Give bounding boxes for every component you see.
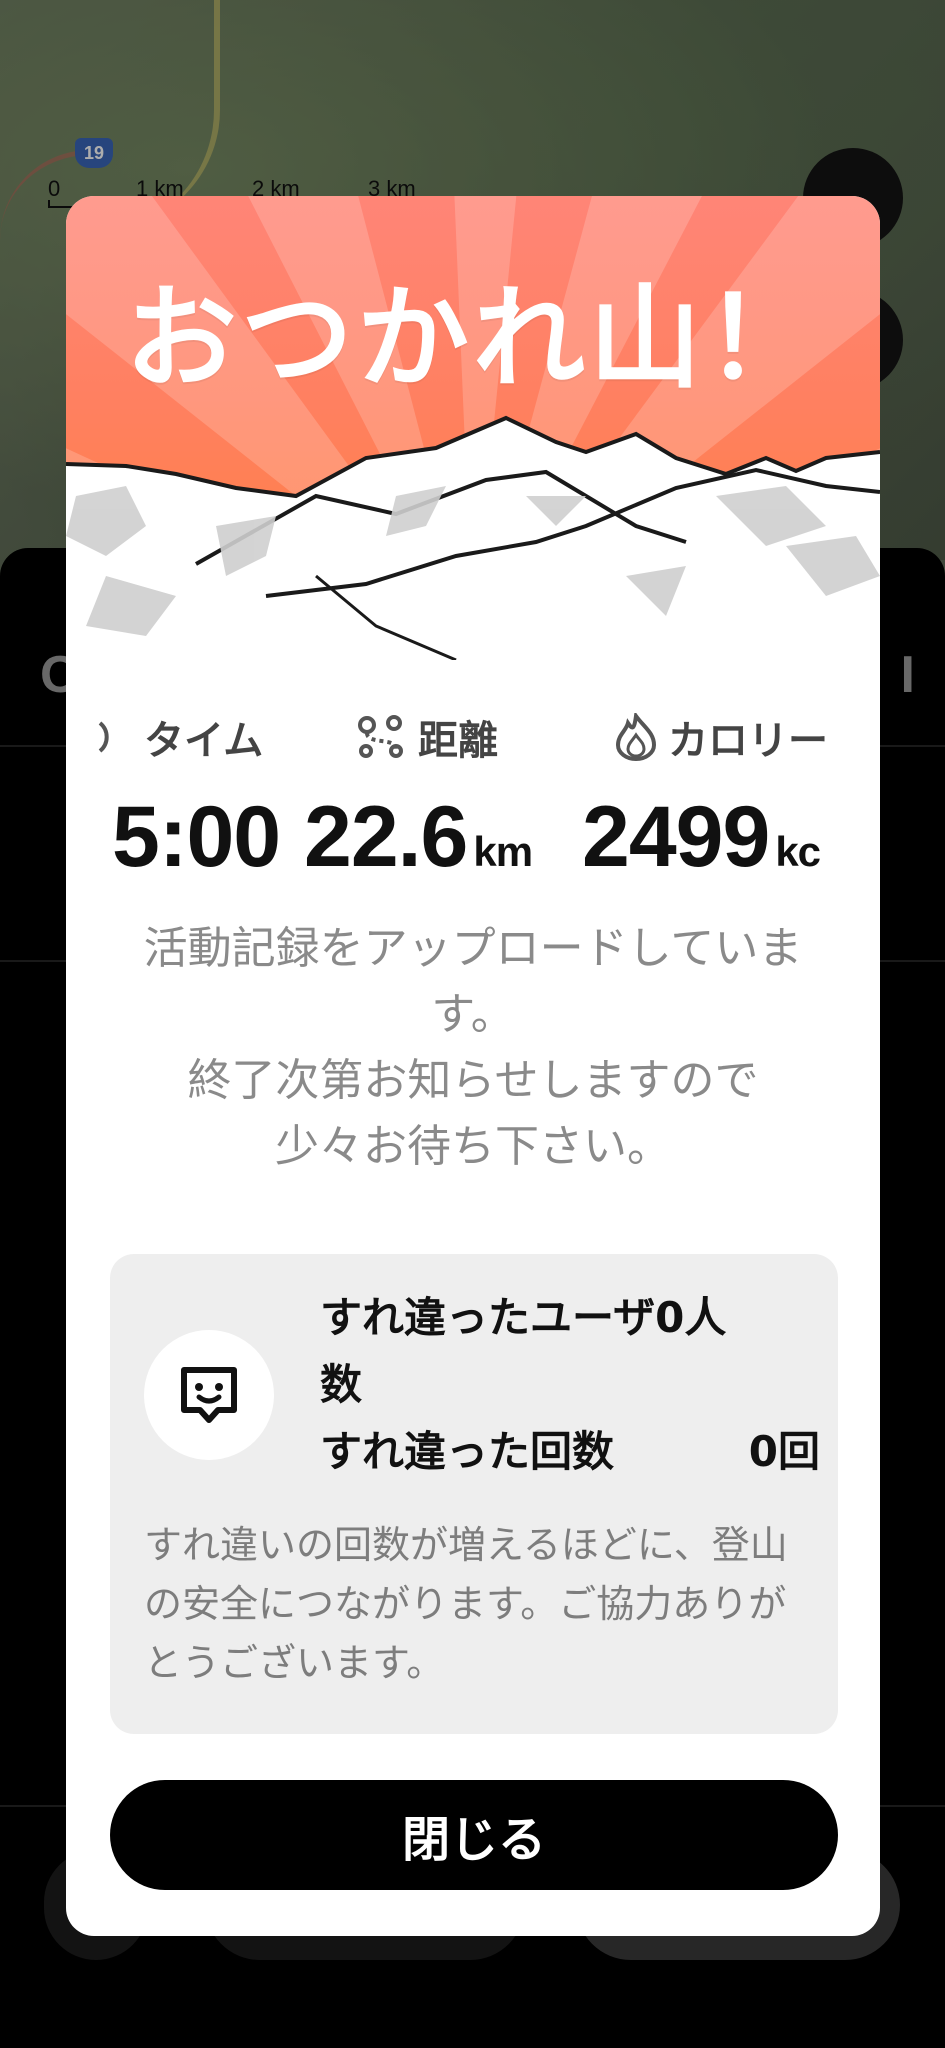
passing-users-line: すれ違ったユーザ0人 数 xyxy=(320,1284,820,1418)
stat-label-text: 距離 xyxy=(418,718,498,764)
passing-note: すれ違いの回数が増えるほどに、登山の安全につながります。ご協力ありがとうございま… xyxy=(144,1523,788,1685)
clock-icon xyxy=(98,721,109,753)
stat-number: 22.6 xyxy=(304,789,468,885)
stat-time-value: 5:00 xyxy=(112,788,281,887)
passing-users-label-tail: 数 xyxy=(320,1360,363,1410)
passing-info-box: すれ違ったユーザ0人 数 すれ違った回数 0回 すれ違いの回数が増えるほどに、登… xyxy=(110,1254,838,1734)
passing-count-line: すれ違った回数 0回 xyxy=(320,1418,820,1485)
close-button[interactable]: 閉じる xyxy=(110,1780,838,1890)
passing-icon-circle xyxy=(144,1330,274,1460)
stat-unit: kc xyxy=(775,828,821,875)
passing-chat-icon xyxy=(181,1367,237,1423)
stat-unit: km xyxy=(473,828,533,875)
passing-users-value: 0人 xyxy=(655,1293,727,1342)
passing-count-label: すれ違った回数 xyxy=(320,1427,615,1477)
stats-labels: タイム 距離 カロリー xyxy=(66,708,880,768)
passing-count-value: 0回 xyxy=(748,1427,820,1477)
stat-calorie-label: カロリー xyxy=(614,708,828,766)
passing-stats: すれ違ったユーザ0人 数 すれ違った回数 0回 xyxy=(320,1284,820,1486)
stat-distance-label: 距離 xyxy=(356,708,498,766)
stat-number: 2499 xyxy=(582,789,770,885)
stat-calorie-value: 2499 kc xyxy=(582,788,821,887)
completion-modal: おつかれ山！ タイム 距離 カロリー 5:00 22.6 km 2499 kc … xyxy=(66,196,880,1936)
route-icon xyxy=(358,715,403,758)
flame-icon xyxy=(615,713,657,761)
mountain-illustration xyxy=(66,415,880,660)
hero-banner: おつかれ山！ xyxy=(66,196,880,660)
stat-label-text: カロリー xyxy=(668,718,828,764)
stats-values: 5:00 22.6 km 2499 kc xyxy=(66,788,880,888)
passing-users-label: すれ違ったユーザ xyxy=(320,1293,656,1342)
stat-number: 5:00 xyxy=(112,789,281,885)
stat-label-text: タイム xyxy=(144,718,264,764)
upload-message: 活動記録をアップロードしています。 終了次第お知らせしますので 少々お待ち下さい。 xyxy=(143,923,803,1172)
stat-time-label: タイム xyxy=(94,708,263,766)
stat-distance-value: 22.6 km xyxy=(304,788,533,887)
